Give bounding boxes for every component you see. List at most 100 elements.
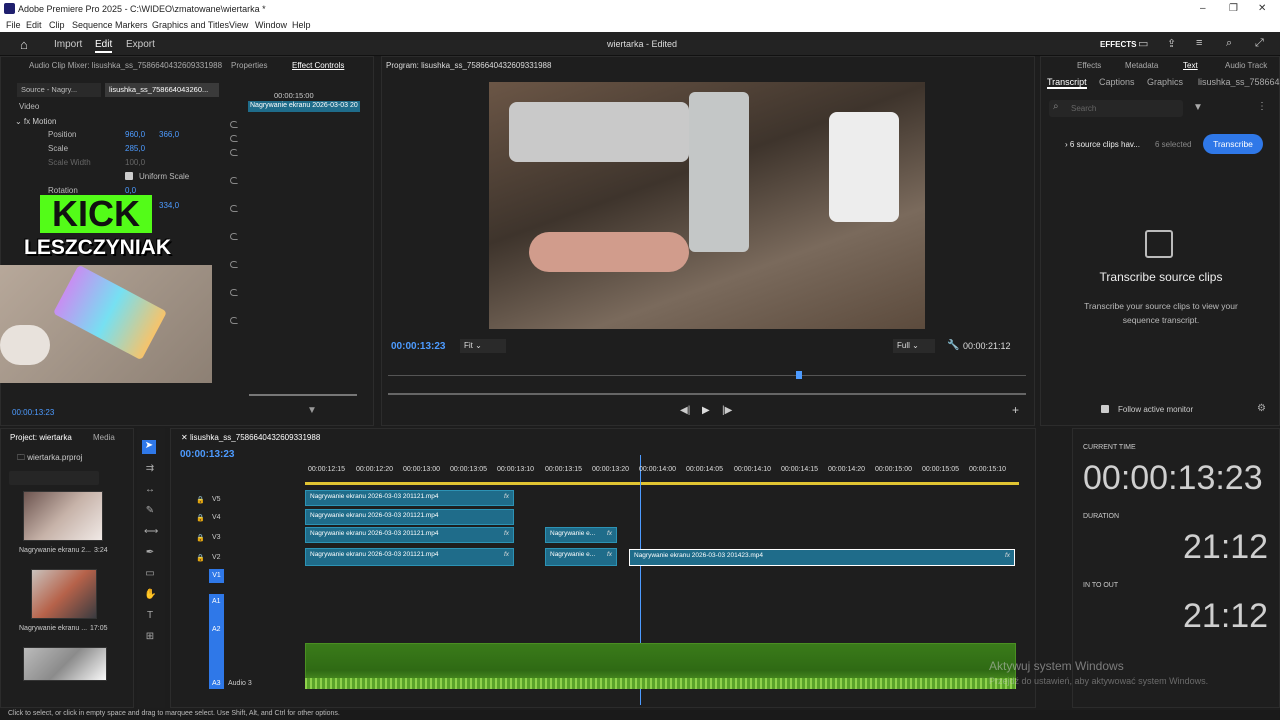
video-clip[interactable]: Nagrywanie e... fx xyxy=(545,527,617,543)
lock-icon[interactable]: 🔒 xyxy=(196,496,205,504)
close-icon[interactable]: ✕ xyxy=(1258,3,1266,14)
tab-effect-controls[interactable]: Effect Controls xyxy=(292,61,344,70)
selection-tool-icon[interactable]: ➤ xyxy=(142,440,156,454)
reset-icon[interactable] xyxy=(230,233,238,240)
tab-export[interactable]: Export xyxy=(126,39,155,50)
selected-video-clip[interactable]: Nagrywanie ekranu 2026-03-03 201423.mp4 f… xyxy=(629,549,1015,566)
step-back-icon[interactable]: ◀| xyxy=(680,405,690,416)
search-input[interactable]: Search xyxy=(1049,100,1183,117)
tab-project[interactable]: Project: wiertarka xyxy=(10,433,72,442)
restore-icon[interactable]: ❐ xyxy=(1229,3,1238,14)
follow-monitor-checkbox[interactable] xyxy=(1101,405,1109,413)
source-clips-row[interactable]: › 6 source clips hav... xyxy=(1065,140,1140,149)
audio-source-patch[interactable] xyxy=(209,594,224,689)
settings-icon[interactable]: ⚙ xyxy=(1257,403,1266,414)
tab-metadata[interactable]: Metadata xyxy=(1125,61,1158,70)
video-clip[interactable]: Nagrywanie e... fx xyxy=(545,548,617,566)
tab-properties[interactable]: Properties xyxy=(231,61,267,70)
step-forward-icon[interactable]: |▶ xyxy=(722,405,732,416)
program-zoom-bar[interactable] xyxy=(388,393,1026,395)
fullscreen-icon[interactable]: ⤢ xyxy=(1255,37,1264,50)
menu-icon[interactable]: ≡ xyxy=(1196,37,1202,49)
lock-icon[interactable]: 🔒 xyxy=(196,514,205,522)
minimize-icon[interactable]: – xyxy=(1200,3,1206,14)
reset-icon[interactable] xyxy=(230,149,238,156)
home-icon[interactable]: ⌂ xyxy=(20,37,28,52)
playhead-marker[interactable] xyxy=(796,371,802,379)
pen-icon[interactable]: ✒ xyxy=(144,547,156,559)
reset-icon[interactable] xyxy=(230,317,238,324)
play-icon[interactable]: ▶ xyxy=(702,405,710,416)
lock-icon[interactable]: 🔒 xyxy=(196,534,205,542)
menu-view[interactable]: View xyxy=(229,20,248,30)
quality-dropdown[interactable]: Full ⌄ xyxy=(893,339,935,353)
menu-help[interactable]: Help xyxy=(292,20,311,30)
reset-icon[interactable] xyxy=(230,177,238,184)
sequence-tab[interactable]: lisushka_ss_758664043260... xyxy=(105,83,219,97)
share-icon[interactable]: ⇪ xyxy=(1167,37,1176,50)
wrench-icon[interactable]: 🔧 xyxy=(947,340,959,351)
work-area-bar[interactable] xyxy=(305,482,1019,485)
position-x-value[interactable]: 960,0 xyxy=(125,130,145,139)
menu-file[interactable]: File xyxy=(6,20,21,30)
filter-icon[interactable]: ▼ xyxy=(1193,102,1203,113)
project-search-input[interactable] xyxy=(9,471,99,485)
tab-edit[interactable]: Edit xyxy=(95,39,113,53)
search-icon[interactable]: ⌕ xyxy=(1226,37,1232,50)
anchor-y-value[interactable]: 334,0 xyxy=(159,201,179,210)
menu-edit[interactable]: Edit xyxy=(26,20,42,30)
program-ruler[interactable] xyxy=(388,375,1026,376)
reset-icon[interactable] xyxy=(230,205,238,212)
menu-window[interactable]: Window xyxy=(255,20,287,30)
type-icon[interactable]: T xyxy=(144,610,156,622)
subtab-sequence[interactable]: lisushka_ss_758664 xyxy=(1198,77,1280,87)
subtab-graphics[interactable]: Graphics xyxy=(1147,77,1183,87)
sequence-tab[interactable]: ✕ lisushka_ss_7586640432609331988 xyxy=(181,433,320,442)
fit-dropdown[interactable]: Fit ⌄ xyxy=(460,339,506,353)
video-clip[interactable]: Nagrywanie ekranu 2026-03-03 201121.mp4 xyxy=(305,509,514,525)
menu-graphics[interactable]: Graphics and Titles xyxy=(152,20,229,30)
video-frame[interactable] xyxy=(489,82,925,329)
effect-scrollbar[interactable] xyxy=(249,394,357,396)
reset-icon[interactable] xyxy=(230,135,238,142)
menu-sequence[interactable]: Sequence xyxy=(72,20,113,30)
close-icon[interactable]: ✕ xyxy=(181,433,190,442)
uniform-scale-checkbox[interactable] xyxy=(125,172,133,180)
program-timecode[interactable]: 00:00:13:23 xyxy=(391,341,445,352)
hand-icon[interactable]: ✋ xyxy=(144,589,156,601)
more-icon[interactable]: ⋮ xyxy=(1257,101,1267,112)
reset-icon[interactable] xyxy=(230,289,238,296)
tab-text[interactable]: Text xyxy=(1183,61,1198,70)
video-clip[interactable]: Nagrywanie ekranu 2026-03-03 201121.mp4 f… xyxy=(305,527,514,543)
track-select-icon[interactable]: ⇉ xyxy=(144,463,156,475)
tab-media[interactable]: Media xyxy=(93,433,115,442)
motion-row[interactable]: ⌄ fx Motion xyxy=(15,117,56,126)
tab-import[interactable]: Import xyxy=(54,39,82,50)
reset-icon[interactable] xyxy=(230,121,238,128)
panel-icon[interactable]: ▭ xyxy=(1138,37,1148,50)
razor-icon[interactable]: ✎ xyxy=(144,505,156,517)
clip-thumbnail[interactable] xyxy=(31,569,97,619)
subtab-transcript[interactable]: Transcript xyxy=(1047,77,1087,89)
caption-icon[interactable]: ⊞ xyxy=(144,631,156,643)
clip-thumbnail[interactable] xyxy=(23,491,103,541)
video-clip[interactable]: Nagrywanie ekranu 2026-03-03 201121.mp4 f… xyxy=(305,490,514,506)
reset-icon[interactable] xyxy=(230,261,238,268)
track-label-v1[interactable]: V1 xyxy=(209,569,224,583)
tab-audio-clip-mixer[interactable]: Audio Clip Mixer: lisushka_ss_7586640432… xyxy=(29,61,222,70)
position-y-value[interactable]: 366,0 xyxy=(159,130,179,139)
timeline-timecode[interactable]: 00:00:13:23 xyxy=(180,449,234,460)
add-button-icon[interactable]: + xyxy=(1012,403,1019,417)
rectangle-icon[interactable]: ▭ xyxy=(144,568,156,580)
clip-thumbnail[interactable] xyxy=(23,647,107,681)
tab-effects[interactable]: Effects xyxy=(1077,61,1101,70)
effects-workspace-label[interactable]: EFFECTS xyxy=(1100,40,1136,49)
effect-clip-bar[interactable]: Nagrywanie ekranu 2026-03-03 20 xyxy=(248,101,360,112)
ripple-edit-icon[interactable]: ↔ xyxy=(144,484,156,496)
lock-icon[interactable]: 🔒 xyxy=(196,554,205,562)
tab-audio-track[interactable]: Audio Track xyxy=(1225,61,1267,70)
slip-icon[interactable]: ⟷ xyxy=(144,526,158,538)
video-clip[interactable]: Nagrywanie ekranu 2026-03-03 201121.mp4 f… xyxy=(305,548,514,566)
source-tab[interactable]: Source - Nagry... xyxy=(17,83,101,97)
filter-icon[interactable]: ▼ xyxy=(307,405,317,416)
